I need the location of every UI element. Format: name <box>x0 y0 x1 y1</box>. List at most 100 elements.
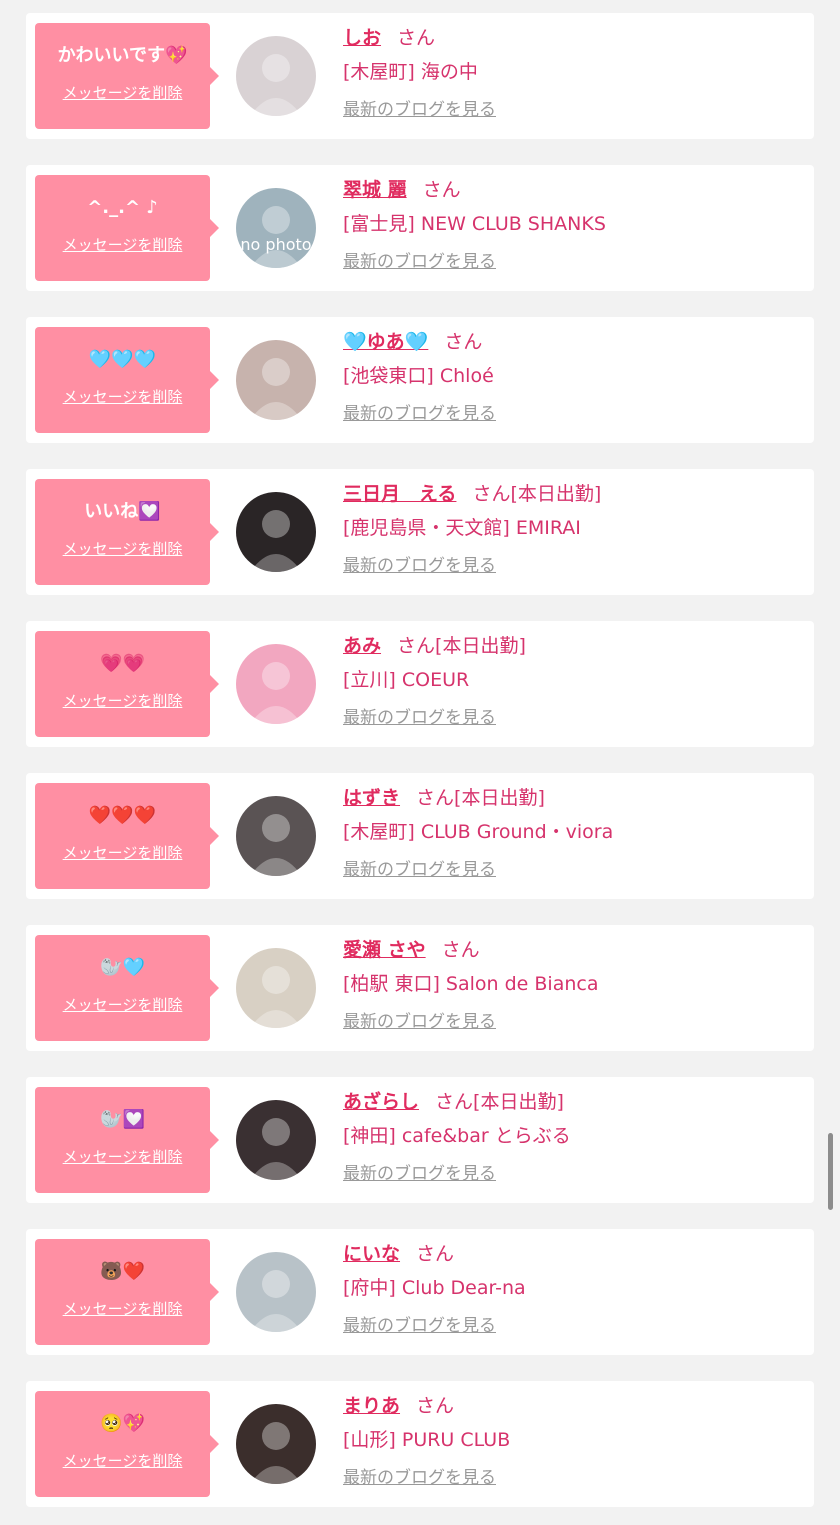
name-row: 三日月 える さん[本日出勤] <box>343 479 804 509</box>
message-card: ^._.^ ♪ メッセージを削除 no photo 翠城 麗さん [富士見] N… <box>26 165 814 291</box>
cast-name-link[interactable]: にいな <box>343 1243 400 1265</box>
scrollbar[interactable] <box>828 1133 833 1210</box>
shop-label: [鹿児島県・天文館] EMIRAI <box>343 517 581 539</box>
delete-message-link[interactable]: メッセージを削除 <box>35 1147 210 1167</box>
name-row: あみ さん[本日出勤] <box>343 631 804 661</box>
avatar[interactable] <box>236 492 316 572</box>
honorific-label: さん <box>416 787 455 809</box>
message-text: 🩵🩵🩵 <box>88 349 157 370</box>
shop-label: [木屋町] 海の中 <box>343 61 478 83</box>
avatar[interactable] <box>236 644 316 724</box>
delete-message-link[interactable]: メッセージを削除 <box>35 995 210 1015</box>
message-bubble: 🦭🩵 メッセージを削除 <box>35 935 219 1041</box>
latest-blog-link[interactable]: 最新のブログを見る <box>343 857 496 883</box>
name-row: はずき さん[本日出勤] <box>343 783 804 813</box>
message-bubble: 💗💗 メッセージを削除 <box>35 631 219 737</box>
delete-message-link[interactable]: メッセージを削除 <box>35 1451 210 1471</box>
message-bubble: 🦭💟 メッセージを削除 <box>35 1087 219 1193</box>
shop-label: [池袋東口] Chloé <box>343 365 494 387</box>
avatar[interactable] <box>236 796 316 876</box>
message-bubble: ❤️❤️❤️ メッセージを削除 <box>35 783 219 889</box>
svg-text:no photo: no photo <box>240 235 311 254</box>
message-card: 🩵🩵🩵 メッセージを削除 🩵ゆあ🩵 さん [池袋東口] Chloé 最新のブログを… <box>26 317 814 443</box>
message-card: ❤️❤️❤️ メッセージを削除 はずき さん[本日出勤] [木屋町] CLUB G… <box>26 773 814 899</box>
today-status-label: [本日出勤] <box>435 635 526 657</box>
shop-label: [柏駅 東口] Salon de Bianca <box>343 973 599 995</box>
message-card: 💗💗 メッセージを削除 あみ さん[本日出勤] [立川] COEUR 最新のブログ… <box>26 621 814 747</box>
latest-blog-link[interactable]: 最新のブログを見る <box>343 1161 496 1187</box>
card-info: まりあ さん [山形] PURU CLUB 最新のブログを見る <box>343 1391 804 1491</box>
cast-name-link[interactable]: 愛瀬 さや <box>343 939 426 961</box>
honorific-label: さん <box>441 939 480 961</box>
shop-label: [山形] PURU CLUB <box>343 1429 511 1451</box>
today-status-label: [本日出勤] <box>473 1091 564 1113</box>
message-card: いいね💟 メッセージを削除 三日月 える さん[本日出勤] [鹿児島県・天文館] … <box>26 469 814 595</box>
message-bubble: 🩵🩵🩵 メッセージを削除 <box>35 327 219 433</box>
today-status-label: [本日出勤] <box>454 787 545 809</box>
name-row: あざらし さん[本日出勤] <box>343 1087 804 1117</box>
avatar[interactable] <box>236 36 316 116</box>
card-info: 翠城 麗さん [富士見] NEW CLUB SHANKS 最新のブログを見る <box>343 175 804 275</box>
name-row: 翠城 麗さん <box>343 175 804 205</box>
message-bubble: いいね💟 メッセージを削除 <box>35 479 219 585</box>
cast-name-link[interactable]: まりあ <box>343 1395 400 1417</box>
honorific-label: さん <box>416 1243 455 1265</box>
today-status-label: [本日出勤] <box>510 483 602 505</box>
shop-label: [立川] COEUR <box>343 669 470 691</box>
latest-blog-link[interactable]: 最新のブログを見る <box>343 97 496 123</box>
delete-message-link[interactable]: メッセージを削除 <box>35 83 210 103</box>
card-info: しお さん [木屋町] 海の中 最新のブログを見る <box>343 23 804 123</box>
honorific-label: さん <box>397 27 436 49</box>
delete-message-link[interactable]: メッセージを削除 <box>35 539 210 559</box>
message-text: 🦭🩵 <box>100 957 145 978</box>
cast-name-link[interactable]: 翠城 麗 <box>343 179 407 201</box>
message-text: 💗💗 <box>100 653 145 674</box>
card-info: あざらし さん[本日出勤] [神田] cafe&bar とらぶる 最新のブログを見… <box>343 1087 804 1187</box>
message-card: 🦭💟 メッセージを削除 あざらし さん[本日出勤] [神田] cafe&bar と… <box>26 1077 814 1203</box>
avatar[interactable] <box>236 948 316 1028</box>
card-info: 愛瀬 さや さん [柏駅 東口] Salon de Bianca 最新のブログを見… <box>343 935 804 1035</box>
latest-blog-link[interactable]: 最新のブログを見る <box>343 1313 496 1339</box>
shop-label: [神田] cafe&bar とらぶる <box>343 1125 571 1147</box>
card-info: 🩵ゆあ🩵 さん [池袋東口] Chloé 最新のブログを見る <box>343 327 804 427</box>
name-row: 愛瀬 さや さん <box>343 935 804 965</box>
latest-blog-link[interactable]: 最新のブログを見る <box>343 705 496 731</box>
honorific-label: さん <box>472 483 511 505</box>
delete-message-link[interactable]: メッセージを削除 <box>35 843 210 863</box>
honorific-label: さん <box>435 1091 474 1113</box>
cast-name-link[interactable]: あみ <box>343 635 381 657</box>
latest-blog-link[interactable]: 最新のブログを見る <box>343 1465 496 1491</box>
message-bubble: 🥺💖 メッセージを削除 <box>35 1391 219 1497</box>
cast-name-link[interactable]: 三日月 える <box>343 483 456 505</box>
honorific-label: さん <box>444 331 483 353</box>
delete-message-link[interactable]: メッセージを削除 <box>35 1299 210 1319</box>
avatar[interactable]: no photo <box>236 188 316 268</box>
message-text: ❤️❤️❤️ <box>88 805 157 826</box>
message-card: 🥺💖 メッセージを削除 まりあ さん [山形] PURU CLUB 最新のブログを… <box>26 1381 814 1507</box>
latest-blog-link[interactable]: 最新のブログを見る <box>343 1009 496 1035</box>
cast-name-link[interactable]: はずき <box>343 787 400 809</box>
honorific-label: さん <box>397 635 436 657</box>
card-info: あみ さん[本日出勤] [立川] COEUR 最新のブログを見る <box>343 631 804 731</box>
avatar[interactable] <box>236 1252 316 1332</box>
avatar[interactable] <box>236 340 316 420</box>
latest-blog-link[interactable]: 最新のブログを見る <box>343 553 496 579</box>
name-row: にいな さん <box>343 1239 804 1269</box>
avatar[interactable] <box>236 1404 316 1484</box>
message-text: ^._.^ ♪ <box>87 197 158 218</box>
message-card: 🐻❤️ メッセージを削除 にいな さん [府中] Club Dear-na 最新の… <box>26 1229 814 1355</box>
message-bubble: ^._.^ ♪ メッセージを削除 <box>35 175 219 281</box>
delete-message-link[interactable]: メッセージを削除 <box>35 387 210 407</box>
cast-name-link[interactable]: 🩵ゆあ🩵 <box>343 331 428 353</box>
honorific-label: さん <box>422 179 461 201</box>
delete-message-link[interactable]: メッセージを削除 <box>35 691 210 711</box>
cast-name-link[interactable]: あざらし <box>343 1091 419 1113</box>
latest-blog-link[interactable]: 最新のブログを見る <box>343 401 496 427</box>
latest-blog-link[interactable]: 最新のブログを見る <box>343 249 496 275</box>
card-info: 三日月 える さん[本日出勤] [鹿児島県・天文館] EMIRAI 最新のブログを… <box>343 479 804 579</box>
message-card: 🦭🩵 メッセージを削除 愛瀬 さや さん [柏駅 東口] Salon de Bia… <box>26 925 814 1051</box>
delete-message-link[interactable]: メッセージを削除 <box>35 235 210 255</box>
card-info: にいな さん [府中] Club Dear-na 最新のブログを見る <box>343 1239 804 1339</box>
cast-name-link[interactable]: しお <box>343 27 381 49</box>
avatar[interactable] <box>236 1100 316 1180</box>
